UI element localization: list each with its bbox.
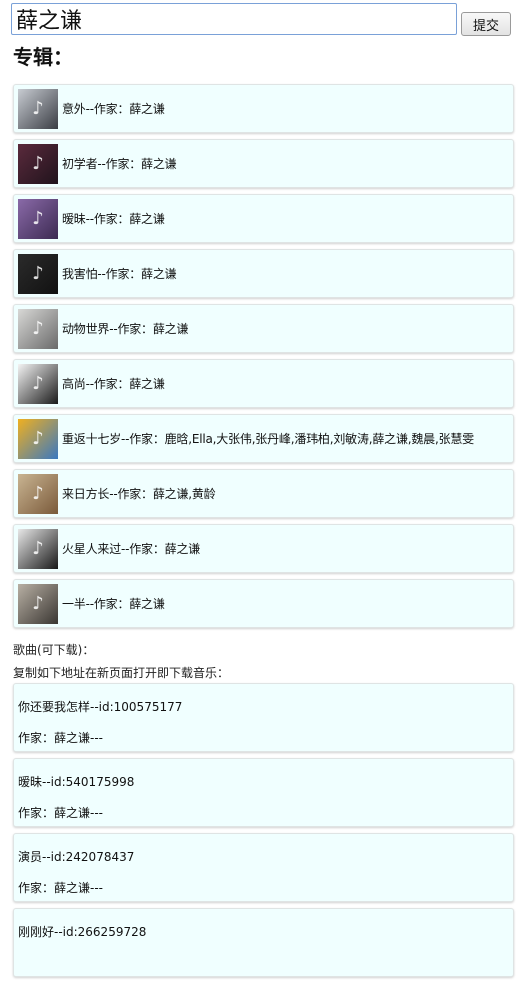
album-label: 高尚--作家：薛之谦 xyxy=(62,377,165,391)
song-list: 你还要我怎样--id:100575177 作家：薛之谦--- 暧昧--id:54… xyxy=(13,683,514,983)
album-art-icon: ♪ xyxy=(32,538,44,559)
search-input[interactable] xyxy=(11,3,457,35)
album-cover-image: ♪ xyxy=(18,473,58,514)
album-item[interactable]: ♪ 一半--作家：薛之谦 xyxy=(13,579,514,628)
album-item[interactable]: ♪ 来日方长--作家：薛之谦,黄龄 xyxy=(13,469,514,518)
album-cover-image: ♪ xyxy=(18,583,58,624)
album-item[interactable]: ♪ 我害怕--作家：薛之谦 xyxy=(13,249,514,298)
song-item[interactable]: 刚刚好--id:266259728 xyxy=(13,908,514,977)
album-cover-image: ♪ xyxy=(18,363,58,404)
song-title[interactable]: 你还要我怎样--id:100575177 xyxy=(18,698,513,714)
album-art-icon: ♪ xyxy=(32,318,44,339)
song-title[interactable]: 暧昧--id:540175998 xyxy=(18,773,513,789)
album-list: ♪ 意外--作家：薛之谦 ♪ 初学者--作家：薛之谦 ♪ 暧昧--作家：薛之谦 … xyxy=(13,84,514,634)
album-cover-image: ♪ xyxy=(18,528,58,569)
album-cover-image: ♪ xyxy=(18,308,58,349)
album-label: 我害怕--作家：薛之谦 xyxy=(62,267,177,281)
album-label: 动物世界--作家：薛之谦 xyxy=(62,322,189,336)
album-cover-image: ♪ xyxy=(18,418,58,459)
album-item[interactable]: ♪ 初学者--作家：薛之谦 xyxy=(13,139,514,188)
album-item[interactable]: ♪ 重返十七岁--作家：鹿晗,Ella,大张伟,张丹峰,潘玮柏,刘敏涛,薛之谦,… xyxy=(13,414,514,463)
album-label: 重返十七岁--作家：鹿晗,Ella,大张伟,张丹峰,潘玮柏,刘敏涛,薛之谦,魏晨… xyxy=(62,432,474,446)
songs-heading: 歌曲(可下载)： xyxy=(13,643,95,657)
album-art-icon: ♪ xyxy=(32,98,44,119)
album-label: 来日方长--作家：薛之谦,黄龄 xyxy=(62,487,216,501)
album-item[interactable]: ♪ 高尚--作家：薛之谦 xyxy=(13,359,514,408)
song-artist: 作家：薛之谦--- xyxy=(18,881,103,895)
song-artist: 作家：薛之谦--- xyxy=(18,806,103,820)
song-title[interactable]: 演员--id:242078437 xyxy=(18,848,513,864)
album-item[interactable]: ♪ 火星人来过--作家：薛之谦 xyxy=(13,524,514,573)
album-art-icon: ♪ xyxy=(32,593,44,614)
album-cover-image: ♪ xyxy=(18,253,58,294)
album-cover-image: ♪ xyxy=(18,198,58,239)
album-label: 意外--作家：薛之谦 xyxy=(62,102,165,116)
song-item[interactable]: 演员--id:242078437 作家：薛之谦--- xyxy=(13,833,514,902)
album-item[interactable]: ♪ 动物世界--作家：薛之谦 xyxy=(13,304,514,353)
album-art-icon: ♪ xyxy=(32,373,44,394)
song-artist: 作家：薛之谦--- xyxy=(18,731,103,745)
album-art-icon: ♪ xyxy=(32,428,44,449)
album-label: 火星人来过--作家：薛之谦 xyxy=(62,542,201,556)
album-cover-image: ♪ xyxy=(18,143,58,184)
album-label: 初学者--作家：薛之谦 xyxy=(62,157,177,171)
song-item[interactable]: 你还要我怎样--id:100575177 作家：薛之谦--- xyxy=(13,683,514,752)
album-art-icon: ♪ xyxy=(32,483,44,504)
album-item[interactable]: ♪ 暧昧--作家：薛之谦 xyxy=(13,194,514,243)
album-art-icon: ♪ xyxy=(32,263,44,284)
search-bar: 提交 xyxy=(11,3,514,36)
song-item[interactable]: 暧昧--id:540175998 作家：薛之谦--- xyxy=(13,758,514,827)
album-label: 暧昧--作家：薛之谦 xyxy=(62,212,165,226)
albums-heading: 专辑： xyxy=(13,45,73,69)
album-label: 一半--作家：薛之谦 xyxy=(62,597,165,611)
album-art-icon: ♪ xyxy=(32,208,44,229)
songs-instruction: 复制如下地址在新页面打开即下载音乐： xyxy=(13,666,230,680)
song-title[interactable]: 刚刚好--id:266259728 xyxy=(18,923,513,939)
album-art-icon: ♪ xyxy=(32,153,44,174)
submit-button[interactable]: 提交 xyxy=(461,12,511,36)
album-item[interactable]: ♪ 意外--作家：薛之谦 xyxy=(13,84,514,133)
album-cover-image: ♪ xyxy=(18,88,58,129)
